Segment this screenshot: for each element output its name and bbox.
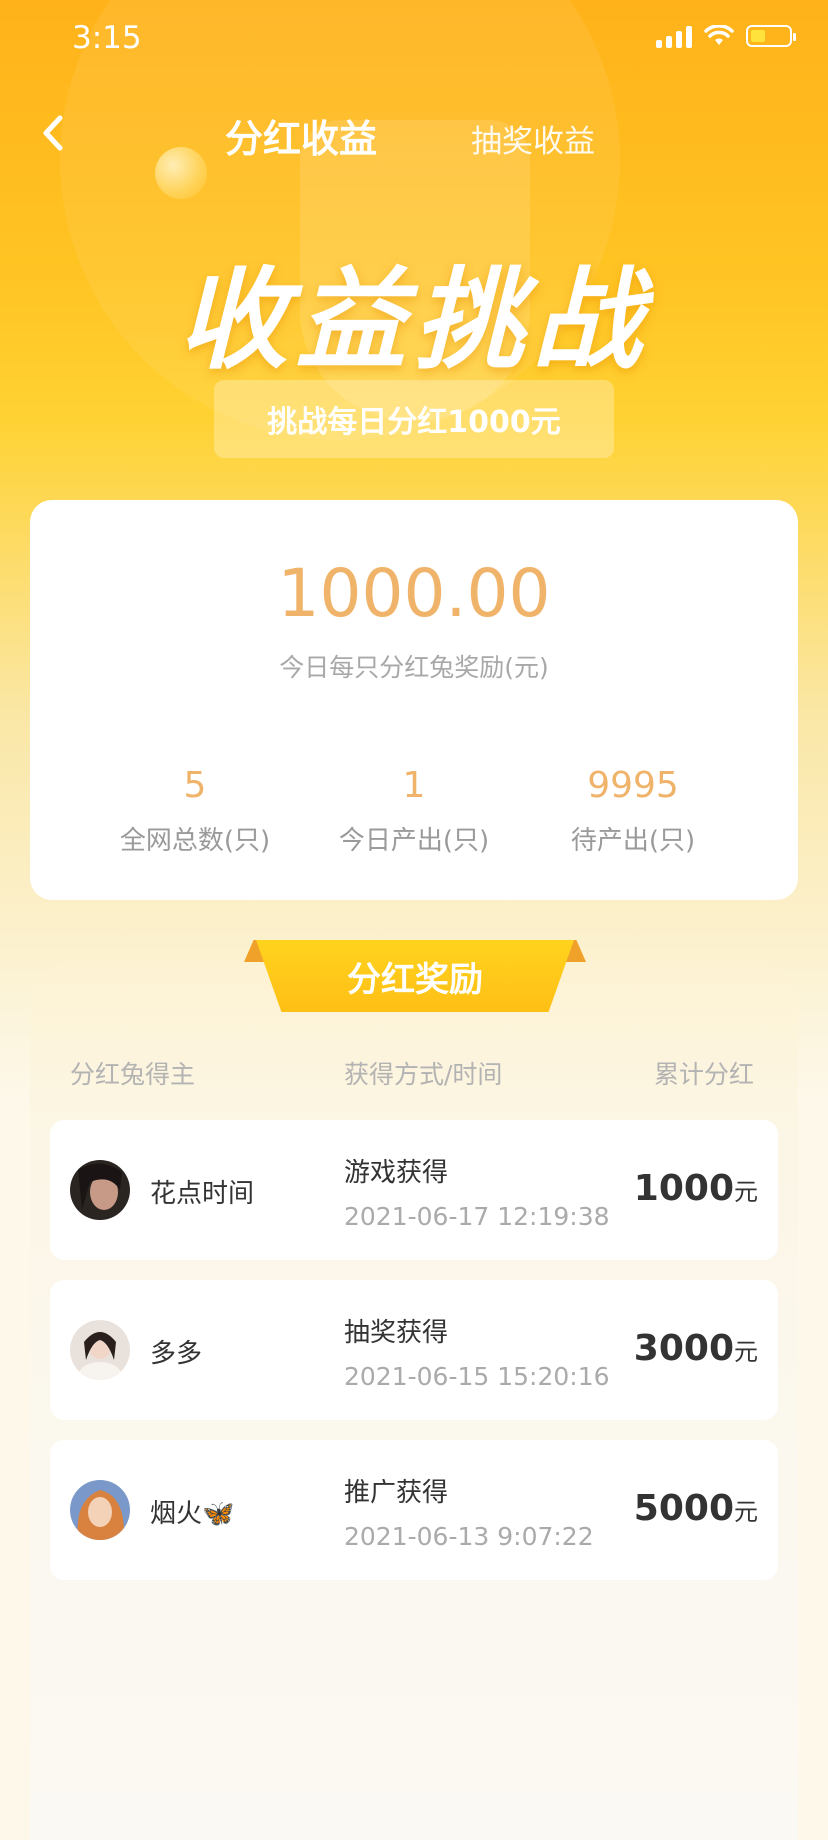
stat-value: 9995 bbox=[587, 765, 679, 806]
hero-title: 收益挑战 bbox=[178, 256, 650, 384]
total-dividend: 5000元 bbox=[633, 1488, 758, 1529]
column-header-owner: 分红兔得主 bbox=[70, 1060, 196, 1089]
total-dividend: 3000元 bbox=[633, 1328, 758, 1369]
rewards-title: 分红奖励 bbox=[256, 940, 574, 1012]
battery-icon bbox=[746, 25, 796, 47]
owner-name: 多多 bbox=[150, 1339, 203, 1369]
column-header-method: 获得方式/时间 bbox=[344, 1060, 503, 1089]
status-time: 3:15 bbox=[72, 20, 142, 56]
decorative-ball bbox=[155, 147, 207, 199]
acquire-method: 抽奖获得 bbox=[344, 1318, 449, 1348]
acquire-time: 2021-06-13 9:07:22 bbox=[344, 1522, 594, 1551]
tab-dividend-income[interactable]: 分红收益 bbox=[225, 108, 377, 163]
status-icons bbox=[656, 24, 796, 48]
wifi-icon bbox=[704, 25, 734, 45]
owner-name: 烟火🦋 bbox=[150, 1499, 235, 1529]
total-dividend: 1000元 bbox=[633, 1168, 758, 1209]
dividend-amount-label: 今日每只分红兔奖励(元) bbox=[279, 653, 549, 682]
column-header-total: 累计分红 bbox=[654, 1060, 755, 1089]
acquire-method: 推广获得 bbox=[344, 1478, 449, 1508]
rewards-ribbon: 分红奖励 bbox=[244, 940, 586, 1012]
reward-row[interactable]: 花点时间 游戏获得 2021-06-17 12:19:38 1000元 bbox=[50, 1120, 778, 1260]
avatar bbox=[70, 1320, 130, 1380]
reward-row[interactable]: 多多 抽奖获得 2021-06-15 15:20:16 3000元 bbox=[50, 1280, 778, 1420]
back-icon[interactable] bbox=[34, 108, 74, 158]
summary-card: 1000.00 今日每只分红兔奖励(元) 5 全网总数(只) 1 今日产出(只)… bbox=[30, 500, 798, 900]
reward-row[interactable]: 烟火🦋 推广获得 2021-06-13 9:07:22 5000元 bbox=[50, 1440, 778, 1580]
acquire-method: 游戏获得 bbox=[344, 1158, 449, 1188]
acquire-time: 2021-06-15 15:20:16 bbox=[344, 1362, 610, 1391]
tab-lottery-income[interactable]: 抽奖收益 bbox=[471, 116, 595, 161]
dividend-amount: 1000.00 bbox=[277, 555, 551, 632]
avatar bbox=[70, 1480, 130, 1540]
stat-label: 待产出(只) bbox=[570, 826, 696, 856]
hero-subtitle: 挑战每日分红1000元 bbox=[214, 380, 614, 458]
stat-pending: 9995 待产出(只) bbox=[503, 765, 763, 857]
signal-icon bbox=[656, 24, 692, 48]
acquire-time: 2021-06-17 12:19:38 bbox=[344, 1202, 610, 1231]
avatar bbox=[70, 1160, 130, 1220]
owner-name: 花点时间 bbox=[150, 1179, 255, 1209]
